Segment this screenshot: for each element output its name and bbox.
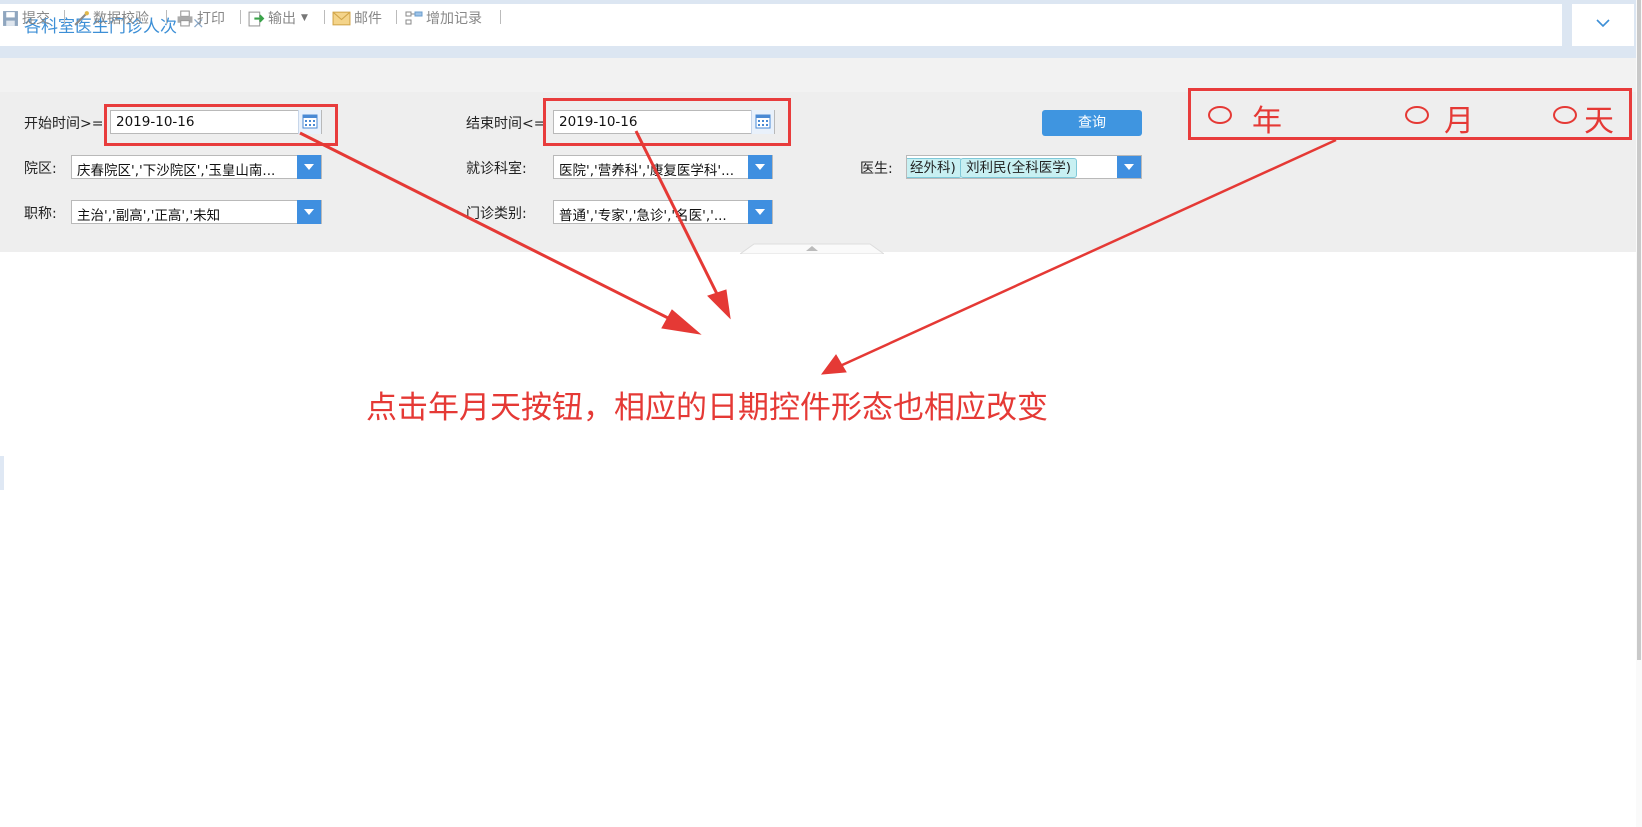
annotation-text: 点击年月天按钮，相应的日期控件形态也相应改变 <box>366 390 1048 426</box>
left-panel-handle[interactable] <box>0 456 4 490</box>
scrollbar-thumb[interactable] <box>1637 0 1641 660</box>
annotation-arrows <box>299 130 1337 375</box>
